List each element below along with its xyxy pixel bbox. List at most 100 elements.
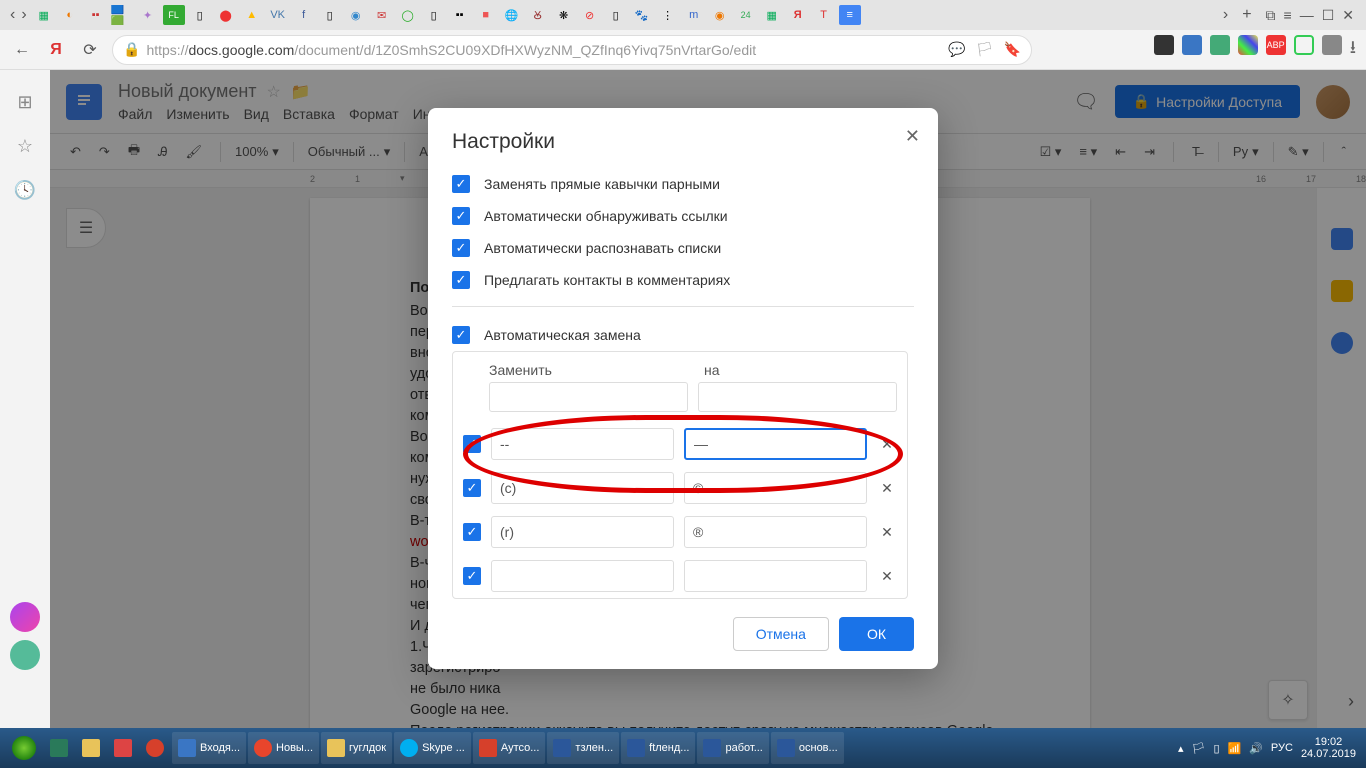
row-checkbox[interactable]: ✓ bbox=[463, 435, 481, 453]
tab-icon[interactable]: 🟦🟩 bbox=[111, 5, 133, 25]
star-icon[interactable]: ☆ bbox=[13, 134, 37, 158]
close-icon[interactable]: ✕ bbox=[1342, 7, 1354, 24]
taskbar-app[interactable]: работ... bbox=[697, 732, 768, 764]
flag-icon[interactable]: 🏳 bbox=[1191, 742, 1205, 755]
replace-from-input[interactable] bbox=[491, 560, 674, 592]
row-checkbox[interactable]: ✓ bbox=[463, 567, 481, 585]
cancel-button[interactable]: Отмена bbox=[733, 617, 829, 651]
tray-up-icon[interactable]: ▴ bbox=[1178, 742, 1184, 755]
tab-icon[interactable]: ▦ bbox=[33, 5, 55, 25]
ext-icon[interactable]: ABP bbox=[1266, 35, 1286, 55]
replace-from-input[interactable] bbox=[491, 472, 674, 504]
tab-icon[interactable]: 🌐 bbox=[501, 5, 523, 25]
taskbar-app[interactable]: Новы... bbox=[248, 732, 319, 764]
tab-icon[interactable]: ■ bbox=[475, 5, 497, 25]
ext-icon[interactable] bbox=[1294, 35, 1314, 55]
lang-indicator[interactable]: РУС bbox=[1271, 742, 1293, 754]
tab-icon[interactable]: ⬤ bbox=[215, 5, 237, 25]
volume-icon[interactable]: 🔊 bbox=[1249, 742, 1263, 755]
tab-scroll-right-icon[interactable]: › bbox=[1217, 6, 1234, 24]
checkbox-checked-icon[interactable]: ✓ bbox=[452, 239, 470, 257]
ext-icon[interactable] bbox=[1322, 35, 1342, 55]
panel-icon[interactable]: ⧉ bbox=[1266, 7, 1276, 24]
new-replace-from[interactable] bbox=[489, 382, 688, 412]
tab-icon[interactable]: ✉ bbox=[371, 5, 393, 25]
pinned-app[interactable] bbox=[140, 732, 170, 764]
taskbar-app[interactable]: гуглдок bbox=[321, 732, 392, 764]
option-detect-lists[interactable]: ✓ Автоматически распознавать списки bbox=[452, 232, 914, 264]
battery-icon[interactable]: ▯ bbox=[1213, 742, 1219, 755]
tab-icon[interactable]: ▪▪ bbox=[449, 5, 471, 25]
replace-to-input[interactable] bbox=[684, 516, 867, 548]
alice-icon[interactable] bbox=[10, 602, 40, 632]
tab-icon[interactable]: ▦ bbox=[761, 5, 783, 25]
clock[interactable]: 19:02 24.07.2019 bbox=[1301, 736, 1356, 760]
tab-prev-icon[interactable]: ‹ bbox=[10, 6, 15, 24]
ext-icon[interactable] bbox=[1238, 35, 1258, 55]
tab-icon[interactable]: m bbox=[683, 5, 705, 25]
network-icon[interactable]: 📶 bbox=[1228, 742, 1242, 755]
taskbar-app[interactable]: тзлен... bbox=[547, 732, 619, 764]
tab-icon[interactable]: ⊘ bbox=[579, 5, 601, 25]
tab-icon[interactable]: ◉ bbox=[709, 5, 731, 25]
checkbox-checked-icon[interactable]: ✓ bbox=[452, 207, 470, 225]
pinned-app[interactable] bbox=[44, 732, 74, 764]
reload-button[interactable]: ⟳ bbox=[78, 38, 102, 62]
yandex-button[interactable]: Я bbox=[44, 38, 68, 62]
option-suggest-contacts[interactable]: ✓ Предлагать контакты в комментариях bbox=[452, 264, 914, 296]
pinned-app[interactable] bbox=[76, 732, 106, 764]
delete-row-button[interactable]: ✕ bbox=[877, 524, 897, 541]
tab-icon[interactable]: f bbox=[293, 5, 315, 25]
maximize-icon[interactable]: ☐ bbox=[1322, 7, 1335, 24]
url-box[interactable]: 🔒 https://docs.google.com/document/d/1Z0… bbox=[112, 35, 1032, 65]
replace-from-input[interactable] bbox=[491, 516, 674, 548]
tab-icon[interactable]: ✦ bbox=[137, 5, 159, 25]
tab-icon[interactable]: ▯ bbox=[189, 5, 211, 25]
replace-to-input[interactable] bbox=[684, 472, 867, 504]
ok-button[interactable]: ОК bbox=[839, 617, 914, 651]
tab-icon[interactable]: Я bbox=[787, 5, 809, 25]
taskbar-app[interactable]: ftленд... bbox=[621, 732, 695, 764]
minimize-icon[interactable]: — bbox=[1300, 7, 1314, 24]
replace-to-input[interactable] bbox=[684, 428, 867, 460]
tab-icon[interactable]: ▯ bbox=[319, 5, 341, 25]
option-detect-links[interactable]: ✓ Автоматически обнаруживать ссылки bbox=[452, 200, 914, 232]
option-smart-quotes[interactable]: ✓ Заменять прямые кавычки парными bbox=[452, 168, 914, 200]
chat-icon[interactable]: 💬 bbox=[948, 41, 965, 58]
bookmark-icon[interactable]: 🔖 bbox=[1004, 41, 1021, 58]
tab-icon[interactable]: ≡ bbox=[839, 5, 861, 25]
tab-icon[interactable]: 24 bbox=[735, 5, 757, 25]
taskbar-app[interactable]: Skype ... bbox=[394, 732, 471, 764]
tab-icon[interactable]: VK bbox=[267, 5, 289, 25]
replace-from-input[interactable] bbox=[491, 428, 674, 460]
taskbar-app[interactable]: Входя... bbox=[172, 732, 246, 764]
tab-icon[interactable]: ◐ bbox=[59, 5, 81, 25]
tab-icon[interactable]: 🐾 bbox=[631, 5, 653, 25]
taskbar-app[interactable]: Аутсо... bbox=[473, 732, 546, 764]
menu-icon[interactable]: ≡ bbox=[1284, 7, 1292, 24]
tab-icon[interactable]: T bbox=[813, 5, 835, 25]
tab-icon[interactable]: ▲ bbox=[241, 5, 263, 25]
ext-icon[interactable] bbox=[1210, 35, 1230, 55]
download-icon[interactable]: ⭳ bbox=[1350, 35, 1356, 65]
tab-icon[interactable]: FL bbox=[163, 5, 185, 25]
modal-close-button[interactable]: ✕ bbox=[905, 126, 920, 147]
tab-icon[interactable]: ◉ bbox=[345, 5, 367, 25]
assistant-icon[interactable] bbox=[10, 640, 40, 670]
tab-icon[interactable]: ◯ bbox=[397, 5, 419, 25]
start-button[interactable] bbox=[6, 732, 42, 764]
ext-icon[interactable] bbox=[1154, 35, 1174, 55]
translate-icon[interactable]: 🏳 bbox=[976, 41, 994, 58]
tab-icon[interactable]: Ꙋ bbox=[527, 5, 549, 25]
ext-icon[interactable] bbox=[1182, 35, 1202, 55]
checkbox-checked-icon[interactable]: ✓ bbox=[452, 175, 470, 193]
option-auto-replace[interactable]: ✓ Автоматическая замена bbox=[452, 319, 914, 351]
history-icon[interactable]: 🕓 bbox=[13, 178, 37, 202]
checkbox-checked-icon[interactable]: ✓ bbox=[452, 271, 470, 289]
checkbox-checked-icon[interactable]: ✓ bbox=[452, 326, 470, 344]
pinned-app[interactable] bbox=[108, 732, 138, 764]
tab-icon[interactable]: ⋮ bbox=[657, 5, 679, 25]
tab-icon[interactable]: ▯ bbox=[605, 5, 627, 25]
row-checkbox[interactable]: ✓ bbox=[463, 479, 481, 497]
new-replace-to[interactable] bbox=[698, 382, 897, 412]
